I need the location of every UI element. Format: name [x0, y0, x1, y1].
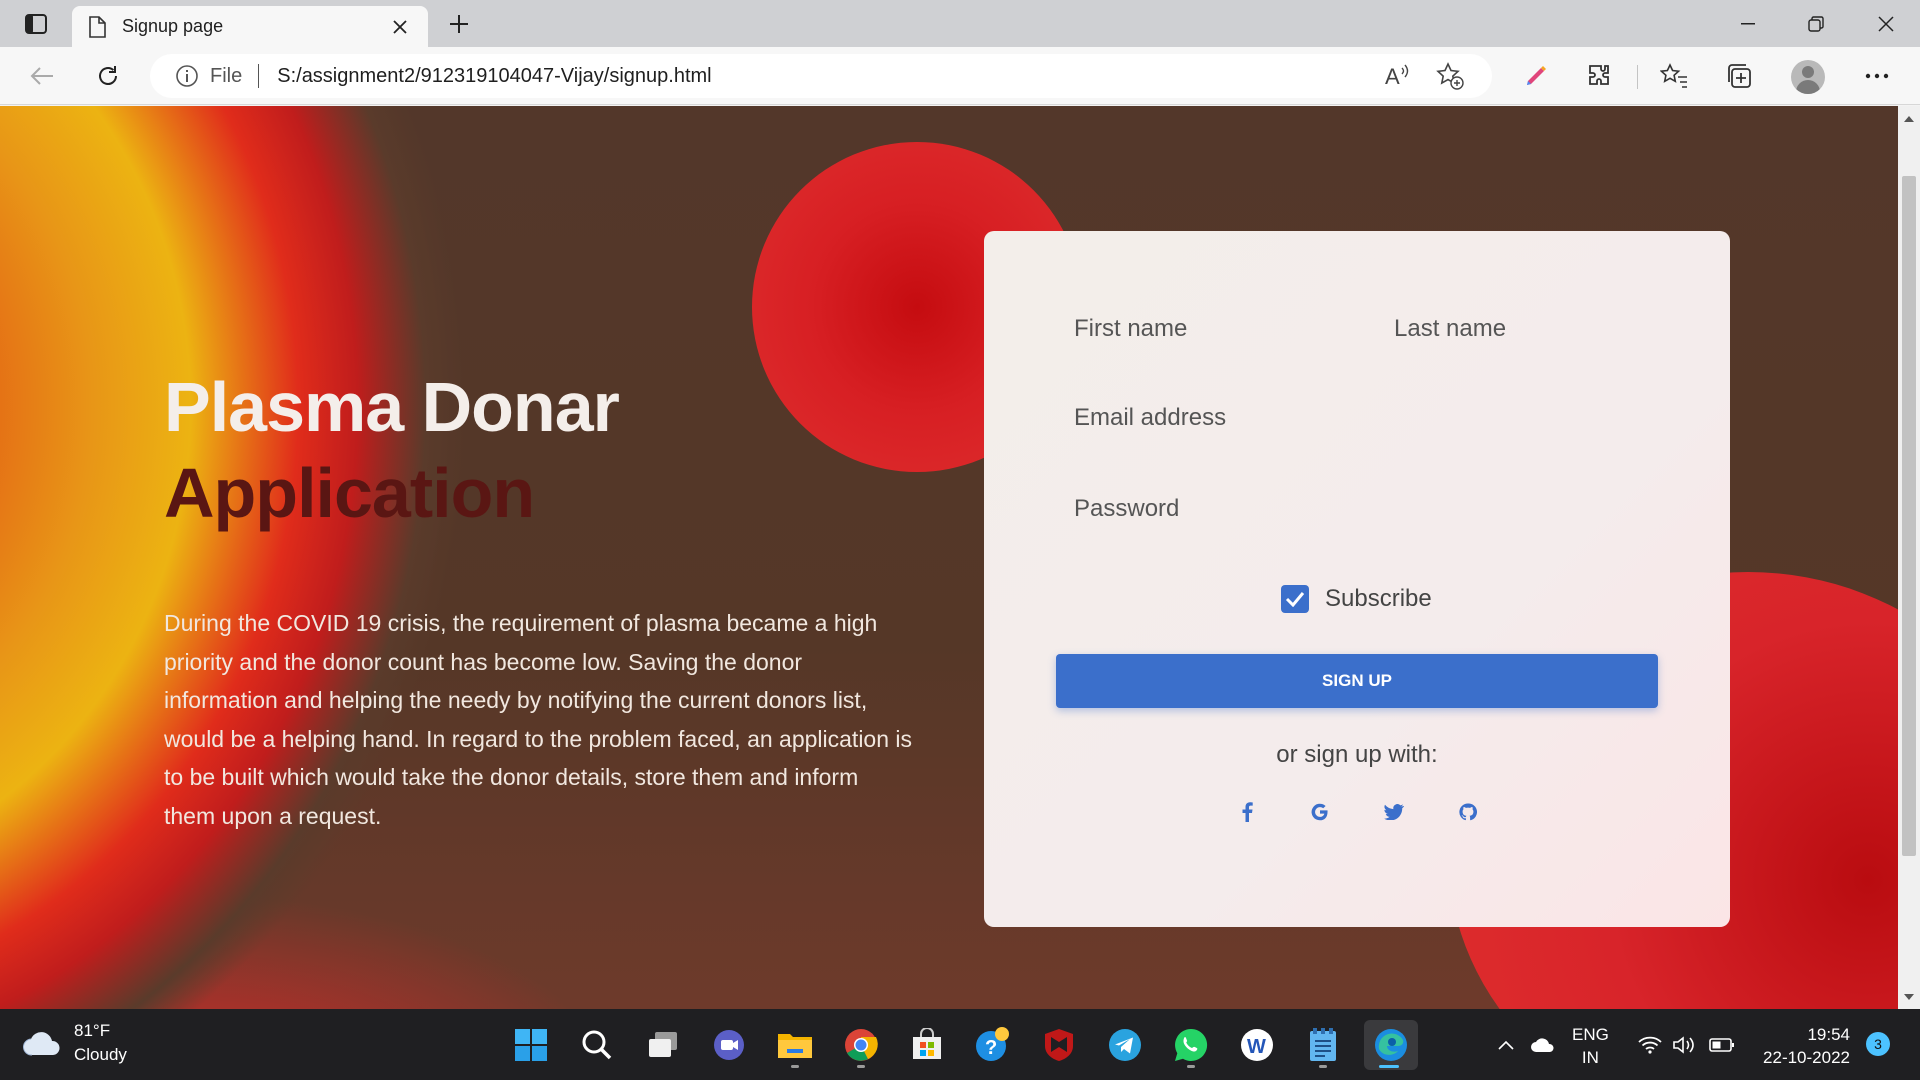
refresh-icon[interactable] — [88, 56, 128, 96]
svg-text:?: ? — [985, 1037, 997, 1059]
mcafee-icon[interactable] — [1034, 1020, 1084, 1070]
running-indicator — [791, 1065, 799, 1068]
favorites-icon[interactable] — [1656, 58, 1692, 94]
address-bar[interactable]: File S:/assignment2/912319104047-Vijay/s… — [150, 54, 1492, 98]
or-signup-with-text: or sign up with: — [1276, 741, 1438, 768]
extensions-icon[interactable] — [1582, 58, 1618, 94]
get-help-icon[interactable]: ? — [968, 1020, 1018, 1070]
scrollbar-thumb[interactable] — [1902, 176, 1916, 856]
running-indicator — [1187, 1065, 1195, 1068]
notification-badge[interactable]: 3 — [1866, 1032, 1890, 1056]
url-text[interactable]: S:/assignment2/912319104047-Vijay/signup… — [277, 65, 1364, 88]
file-explorer-icon[interactable] — [770, 1020, 820, 1070]
close-window-icon[interactable] — [1852, 0, 1920, 47]
subscribe-label[interactable]: Subscribe — [1325, 585, 1432, 613]
wifi-icon[interactable] — [1636, 1009, 1664, 1080]
cloud-icon — [23, 1032, 60, 1056]
toolbar-separator — [1637, 65, 1638, 89]
start-icon[interactable] — [506, 1020, 556, 1070]
facebook-icon[interactable] — [1227, 792, 1267, 832]
close-tab-icon[interactable] — [386, 13, 414, 41]
volume-icon[interactable] — [1670, 1009, 1698, 1080]
onedrive-icon[interactable] — [1528, 1009, 1558, 1080]
writer-app-icon[interactable]: W — [1232, 1020, 1282, 1070]
checkmark-icon — [1285, 592, 1305, 607]
title-line-2: Application — [164, 454, 535, 532]
google-icon[interactable] — [1300, 792, 1340, 832]
subscribe-checkbox[interactable] — [1281, 585, 1309, 613]
title-line-1: Plasma Donar — [164, 368, 620, 446]
last-name-input[interactable]: Last name — [1394, 315, 1674, 343]
clock[interactable]: 19:54 22-10-2022 — [1756, 1023, 1850, 1069]
active-indicator — [1379, 1065, 1399, 1068]
language-code: ENG — [1572, 1025, 1609, 1044]
first-name-input[interactable]: First name — [1074, 315, 1354, 343]
chrome-icon[interactable] — [836, 1020, 886, 1070]
info-icon[interactable] — [174, 63, 200, 89]
restore-icon[interactable] — [1782, 0, 1850, 47]
url-scheme: File — [210, 64, 243, 87]
show-hidden-icons[interactable] — [1494, 1009, 1518, 1080]
notepad-icon[interactable] — [1298, 1020, 1348, 1070]
extension-pen-icon[interactable] — [1518, 58, 1554, 94]
svg-text:W: W — [1247, 1036, 1266, 1058]
new-tab-button[interactable] — [442, 8, 476, 40]
browser-toolbar: File S:/assignment2/912319104047-Vijay/s… — [0, 47, 1920, 105]
profile-avatar[interactable] — [1791, 60, 1825, 94]
more-menu-icon[interactable] — [1859, 58, 1895, 94]
search-icon[interactable] — [572, 1020, 622, 1070]
tab-actions-icon[interactable] — [18, 10, 54, 38]
scroll-down-icon[interactable] — [1902, 990, 1916, 1004]
page-viewport: Plasma Donar Application During the COVI… — [0, 106, 1898, 1009]
running-indicator — [857, 1065, 865, 1068]
edge-icon[interactable] — [1364, 1020, 1418, 1070]
page-icon — [86, 14, 108, 40]
weather-desc: Cloudy — [74, 1045, 127, 1064]
task-view-icon[interactable] — [638, 1020, 688, 1070]
add-favorite-icon[interactable] — [1432, 58, 1468, 94]
tab-title: Signup page — [122, 16, 224, 36]
weather-widget[interactable]: 81°F Cloudy — [22, 1019, 127, 1067]
microsoft-store-icon[interactable] — [902, 1020, 952, 1070]
scroll-up-icon[interactable] — [1902, 112, 1916, 126]
page-title: Plasma Donar Application — [164, 364, 620, 536]
teams-chat-icon[interactable] — [704, 1020, 754, 1070]
minimize-icon[interactable] — [1714, 0, 1782, 47]
weather-temp: 81°F — [74, 1021, 111, 1040]
language-indicator[interactable]: ENG IN — [1572, 1023, 1609, 1069]
svg-text:A: A — [1385, 64, 1400, 88]
whatsapp-icon[interactable] — [1166, 1020, 1216, 1070]
taskbar: 81°F Cloudy ? W ENG IN 19:54 22-10-2022 … — [0, 1009, 1920, 1080]
signup-card: First name Last name Email address Passw… — [984, 231, 1730, 927]
battery-icon[interactable] — [1706, 1009, 1738, 1080]
twitter-icon[interactable] — [1374, 792, 1414, 832]
github-icon[interactable] — [1448, 792, 1488, 832]
time: 19:54 — [1807, 1025, 1850, 1044]
tab-bar: Signup page — [0, 0, 1920, 47]
region-code: IN — [1581, 1048, 1599, 1067]
divider — [258, 64, 260, 88]
browser-tab[interactable]: Signup page — [72, 6, 428, 47]
collections-icon[interactable] — [1721, 58, 1757, 94]
running-indicator — [1319, 1065, 1327, 1068]
vertical-scrollbar[interactable] — [1898, 106, 1920, 1009]
email-input[interactable]: Email address — [1074, 404, 1674, 432]
back-icon[interactable] — [22, 56, 62, 96]
telegram-icon[interactable] — [1100, 1020, 1150, 1070]
description-text: During the COVID 19 crisis, the requirem… — [164, 610, 913, 829]
password-input[interactable]: Password — [1074, 495, 1674, 523]
signup-button[interactable]: SIGN UP — [1056, 654, 1658, 708]
date: 22-10-2022 — [1763, 1048, 1850, 1067]
read-aloud-icon[interactable]: A — [1380, 58, 1416, 94]
